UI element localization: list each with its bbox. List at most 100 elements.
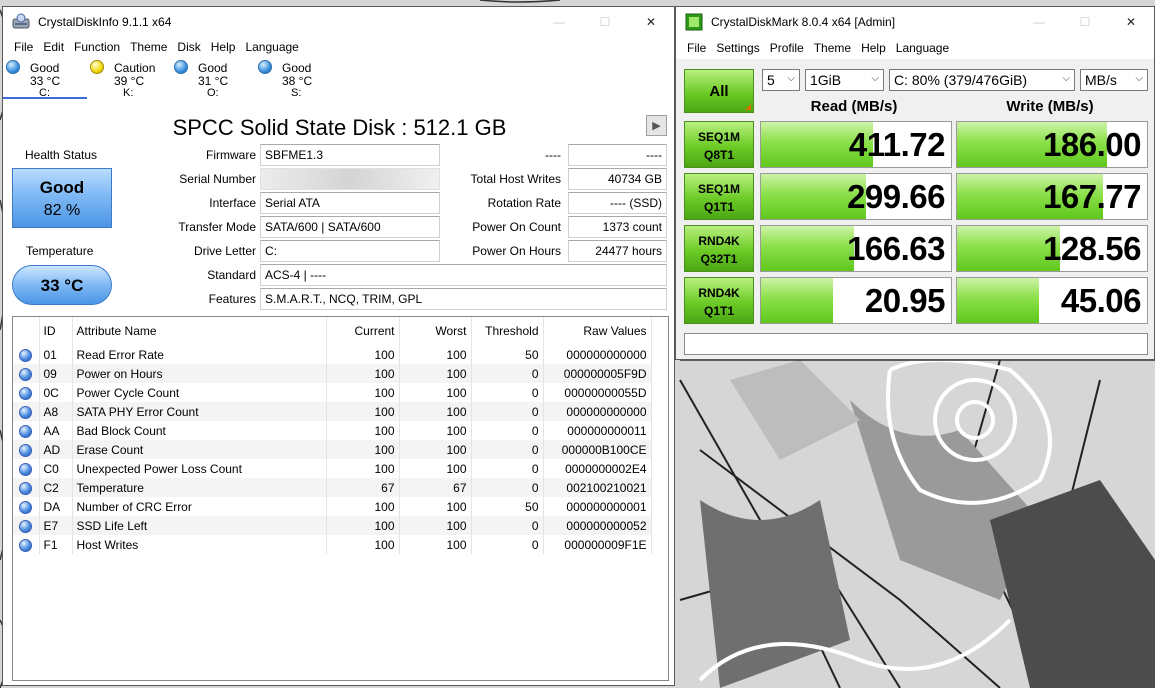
write-result-rnd4k-q32t1: 128.56	[956, 225, 1148, 272]
header-icon-column[interactable]	[13, 317, 40, 345]
test-size-select[interactable]: 1GiB ⌵	[805, 69, 884, 91]
menu-disk[interactable]: Disk	[172, 40, 205, 54]
health-status-label: Health Status	[25, 148, 98, 162]
disk-status: Good	[30, 61, 60, 75]
test-button-rnd4k-q1t1[interactable]: RND4K Q1T1	[684, 277, 754, 324]
cdi-titlebar[interactable]: CrystalDiskInfo 9.1.1 x64 — ☐ ✕	[3, 7, 674, 37]
test-label-line2: Q1T1	[703, 304, 734, 318]
table-row[interactable]: F1 Host Writes 100 100 0 000000009F1E	[13, 535, 652, 554]
menu-file[interactable]: File	[9, 40, 38, 54]
power-on-hours-label: Power On Hours	[472, 244, 561, 258]
status-good-icon	[19, 405, 33, 419]
total-host-writes-label: Total Host Writes	[470, 172, 561, 186]
header-worst[interactable]: Worst	[399, 317, 472, 345]
header-threshold[interactable]: Threshold	[471, 317, 544, 345]
header-raw-values[interactable]: Raw Values	[543, 317, 652, 345]
write-result-seq1m-q1t1: 167.77	[956, 173, 1148, 220]
status-good-icon	[6, 60, 20, 74]
table-row[interactable]: A8 SATA PHY Error Count 100 100 0 00000000000…	[13, 402, 652, 421]
disk-status: Good	[198, 61, 228, 75]
disk-tab-k[interactable]: Caution 39 °C K:	[87, 57, 171, 99]
next-disk-button[interactable]: ▶	[646, 115, 667, 136]
maximize-button[interactable]: ☐	[1062, 7, 1108, 37]
table-row[interactable]: C2 Temperature 67 67 0 002100210021	[13, 478, 652, 497]
chevron-down-icon: ⌵	[787, 73, 795, 84]
temperature-label: Temperature	[26, 244, 94, 258]
attribute-raw-value: 000000009F1E	[543, 535, 652, 554]
write-result-seq1m-q8t1: 186.00	[956, 121, 1148, 168]
menu-settings[interactable]: Settings	[711, 41, 764, 55]
play-icon: ▶	[652, 120, 661, 132]
menu-theme[interactable]: Theme	[809, 41, 856, 55]
disk-tab-o[interactable]: Good 31 °C O:	[171, 57, 255, 99]
drive-letter-value: C:	[260, 240, 440, 262]
attribute-name: Number of CRC Error	[72, 497, 327, 516]
unit-select[interactable]: MB/s ⌵	[1080, 69, 1148, 91]
table-row[interactable]: AA Bad Block Count 100 100 0 000000000011	[13, 421, 652, 440]
chevron-down-icon: ⌵	[1062, 73, 1070, 84]
minimize-icon: —	[1033, 15, 1045, 29]
test-button-seq1m-q8t1[interactable]: SEQ1M Q8T1	[684, 121, 754, 168]
menu-profile[interactable]: Profile	[765, 41, 809, 55]
menu-help[interactable]: Help	[206, 40, 241, 54]
smart-attributes-list[interactable]: ID Attribute Name Current Worst Threshol…	[12, 316, 669, 681]
comment-input[interactable]	[684, 333, 1148, 355]
table-row[interactable]: 0C Power Cycle Count 100 100 0 00000000055D	[13, 383, 652, 402]
menu-help[interactable]: Help	[856, 41, 891, 55]
attribute-id: F1	[39, 535, 73, 554]
menu-language[interactable]: Language	[240, 40, 303, 54]
menu-file[interactable]: File	[682, 41, 711, 55]
read-result-bar	[761, 226, 855, 271]
disk-status: Caution	[114, 61, 156, 75]
drive-select[interactable]: C: 80% (379/476GiB) ⌵	[889, 69, 1075, 91]
close-button[interactable]: ✕	[1108, 7, 1154, 37]
attribute-id: AA	[39, 421, 73, 440]
disk-tab-c[interactable]: Good 33 °C C:	[3, 57, 87, 99]
disk-temp: 33 °C	[30, 74, 61, 88]
status-good-icon	[174, 60, 188, 74]
attribute-current: 100	[326, 497, 400, 516]
table-row[interactable]: DA Number of CRC Error 100 100 50 00000000000…	[13, 497, 652, 516]
attribute-current: 100	[326, 459, 400, 478]
minimize-button[interactable]: —	[536, 7, 582, 37]
test-button-seq1m-q1t1[interactable]: SEQ1M Q1T1	[684, 173, 754, 220]
table-row[interactable]: AD Erase Count 100 100 0 000000B100CE	[13, 440, 652, 459]
attribute-raw-value: 000000000000	[543, 345, 652, 364]
header-attribute-name[interactable]: Attribute Name	[72, 317, 327, 345]
menu-language[interactable]: Language	[891, 41, 954, 55]
maximize-button[interactable]: ☐	[582, 7, 628, 37]
health-status-badge[interactable]: Good 82 %	[12, 168, 112, 228]
menu-edit[interactable]: Edit	[38, 40, 69, 54]
standard-label: Standard	[207, 268, 256, 282]
test-label-line1: SEQ1M	[697, 130, 740, 144]
menu-function[interactable]: Function	[69, 40, 125, 54]
temperature-badge[interactable]: 33 °C	[12, 265, 112, 305]
attribute-id: DA	[39, 497, 73, 516]
power-on-count-value: 1373 count	[568, 216, 667, 238]
cdm-titlebar[interactable]: CrystalDiskMark 8.0.4 x64 [Admin] — ☐ ✕	[676, 7, 1154, 37]
attribute-raw-value: 0000000002E4	[543, 459, 652, 478]
menu-theme[interactable]: Theme	[125, 40, 172, 54]
header-current[interactable]: Current	[326, 317, 400, 345]
attribute-worst: 100	[399, 440, 472, 459]
close-button[interactable]: ✕	[628, 7, 674, 37]
chevron-down-icon: ⌵	[871, 73, 879, 84]
attribute-current: 100	[326, 345, 400, 364]
test-label-line2: Q1T1	[703, 200, 734, 214]
attribute-name: Power on Hours	[72, 364, 327, 383]
table-row[interactable]: 01 Read Error Rate 100 100 50 000000000000	[13, 345, 652, 364]
attribute-raw-value: 000000B100CE	[543, 440, 652, 459]
table-row[interactable]: 09 Power on Hours 100 100 0 000000005F9D	[13, 364, 652, 383]
test-count-select[interactable]: 5 ⌵	[762, 69, 800, 91]
table-row[interactable]: C0 Unexpected Power Loss Count 100 100 0 0000…	[13, 459, 652, 478]
attribute-raw-value: 000000000001	[543, 497, 652, 516]
attribute-name: SATA PHY Error Count	[72, 402, 327, 421]
header-id[interactable]: ID	[39, 317, 73, 345]
all-tests-button[interactable]: All	[684, 69, 754, 113]
attribute-threshold: 0	[471, 516, 544, 535]
table-row[interactable]: E7 SSD Life Left 100 100 0 000000000052	[13, 516, 652, 535]
maximize-icon: ☐	[599, 15, 611, 29]
minimize-button[interactable]: —	[1016, 7, 1062, 37]
disk-tab-s[interactable]: Good 38 °C S:	[255, 57, 339, 99]
test-button-rnd4k-q32t1[interactable]: RND4K Q32T1	[684, 225, 754, 272]
